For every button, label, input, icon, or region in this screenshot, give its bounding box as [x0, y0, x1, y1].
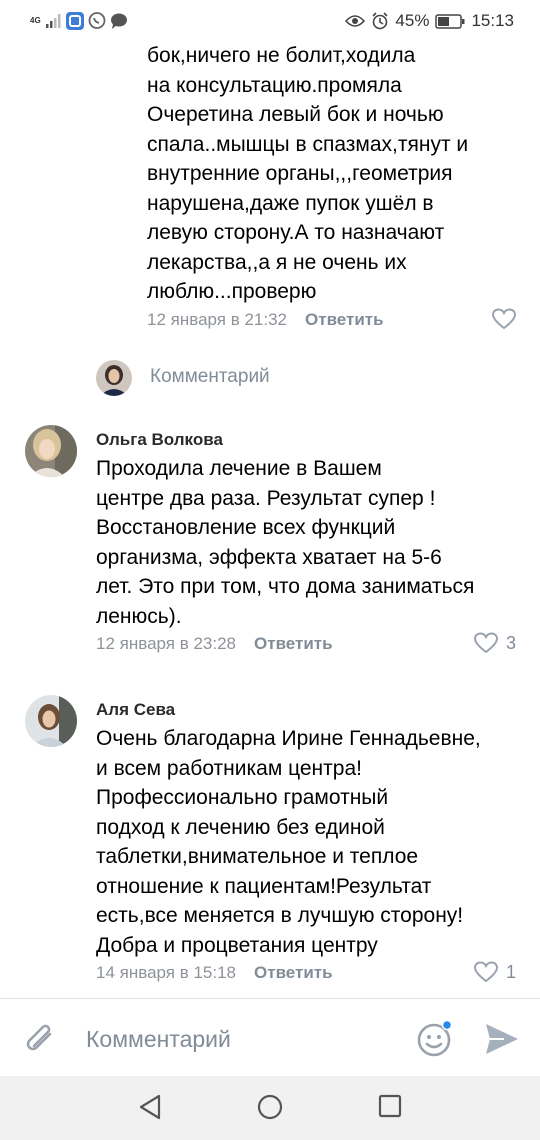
emoji-button[interactable]	[416, 1019, 454, 1063]
alarm-icon	[372, 12, 388, 30]
signal-icon	[46, 14, 61, 28]
battery-percent: 45%	[395, 11, 430, 30]
heart-icon	[474, 632, 498, 654]
status-left: 4G	[30, 12, 128, 30]
reply-button[interactable]: Ответить	[254, 634, 333, 654]
inline-comment-placeholder: Комментарий	[150, 366, 270, 387]
reply-button[interactable]: Ответить	[305, 310, 384, 330]
back-triangle-icon	[139, 1094, 161, 1120]
send-icon	[486, 1024, 518, 1054]
like-button[interactable]: 3	[474, 632, 516, 654]
smile-icon	[417, 1019, 453, 1057]
vk-app-icon	[66, 12, 84, 30]
chat-icon	[111, 13, 127, 29]
comment-text: бок,ничего не болит,ходила на консультац…	[147, 44, 469, 303]
comment-date: 12 января в 23:28	[96, 634, 237, 653]
reply-button[interactable]: Ответить	[254, 963, 333, 983]
comment-input[interactable]: Комментарий	[86, 1026, 231, 1053]
like-button[interactable]	[492, 308, 516, 330]
like-button[interactable]: 1	[474, 961, 516, 983]
comment-date: 14 января в 15:18	[96, 963, 237, 982]
heart-icon	[492, 308, 516, 330]
comment-author[interactable]: Ольга Волкова	[96, 430, 223, 450]
clock: 15:13	[471, 11, 514, 30]
home-button[interactable]	[257, 1094, 283, 1125]
comment-composer: Комментарий	[0, 1000, 540, 1076]
divider	[0, 998, 540, 999]
eye-icon	[345, 15, 366, 27]
status-right: 45% 15:13	[345, 11, 514, 31]
send-button[interactable]	[484, 1022, 520, 1061]
avatar[interactable]	[25, 695, 77, 747]
comment-meta: 12 января в 23:28 Ответить	[96, 634, 333, 654]
attach-button[interactable]	[22, 1020, 58, 1063]
heart-icon	[474, 961, 498, 983]
network-type: 4G	[30, 16, 41, 25]
recents-button[interactable]	[378, 1094, 402, 1123]
inline-comment-input[interactable]: Комментарий	[96, 356, 516, 398]
avatar[interactable]	[25, 425, 77, 477]
battery-icon	[435, 13, 465, 29]
paperclip-icon	[26, 1024, 52, 1051]
comment-meta: 12 января в 21:32 Ответить	[147, 310, 384, 330]
home-circle-icon	[257, 1094, 283, 1120]
status-bar: 4G 45% 15:13	[0, 0, 540, 44]
comment-text: Очень благодарна Ирине Геннадьевне, и вс…	[96, 727, 481, 957]
viber-icon	[88, 12, 106, 29]
comment-date: 12 января в 21:32	[147, 310, 288, 329]
comment-text: Проходила лечение в Вашем центре два раз…	[96, 457, 475, 628]
comment-author[interactable]: Аля Сева	[96, 700, 175, 720]
back-button[interactable]	[138, 1094, 162, 1125]
like-count: 1	[506, 961, 517, 982]
comment-meta: 14 января в 15:18 Ответить	[96, 963, 333, 983]
recents-square-icon	[378, 1094, 402, 1118]
system-nav-bar	[0, 1076, 540, 1140]
like-count: 3	[506, 632, 517, 653]
my-avatar	[96, 360, 132, 396]
